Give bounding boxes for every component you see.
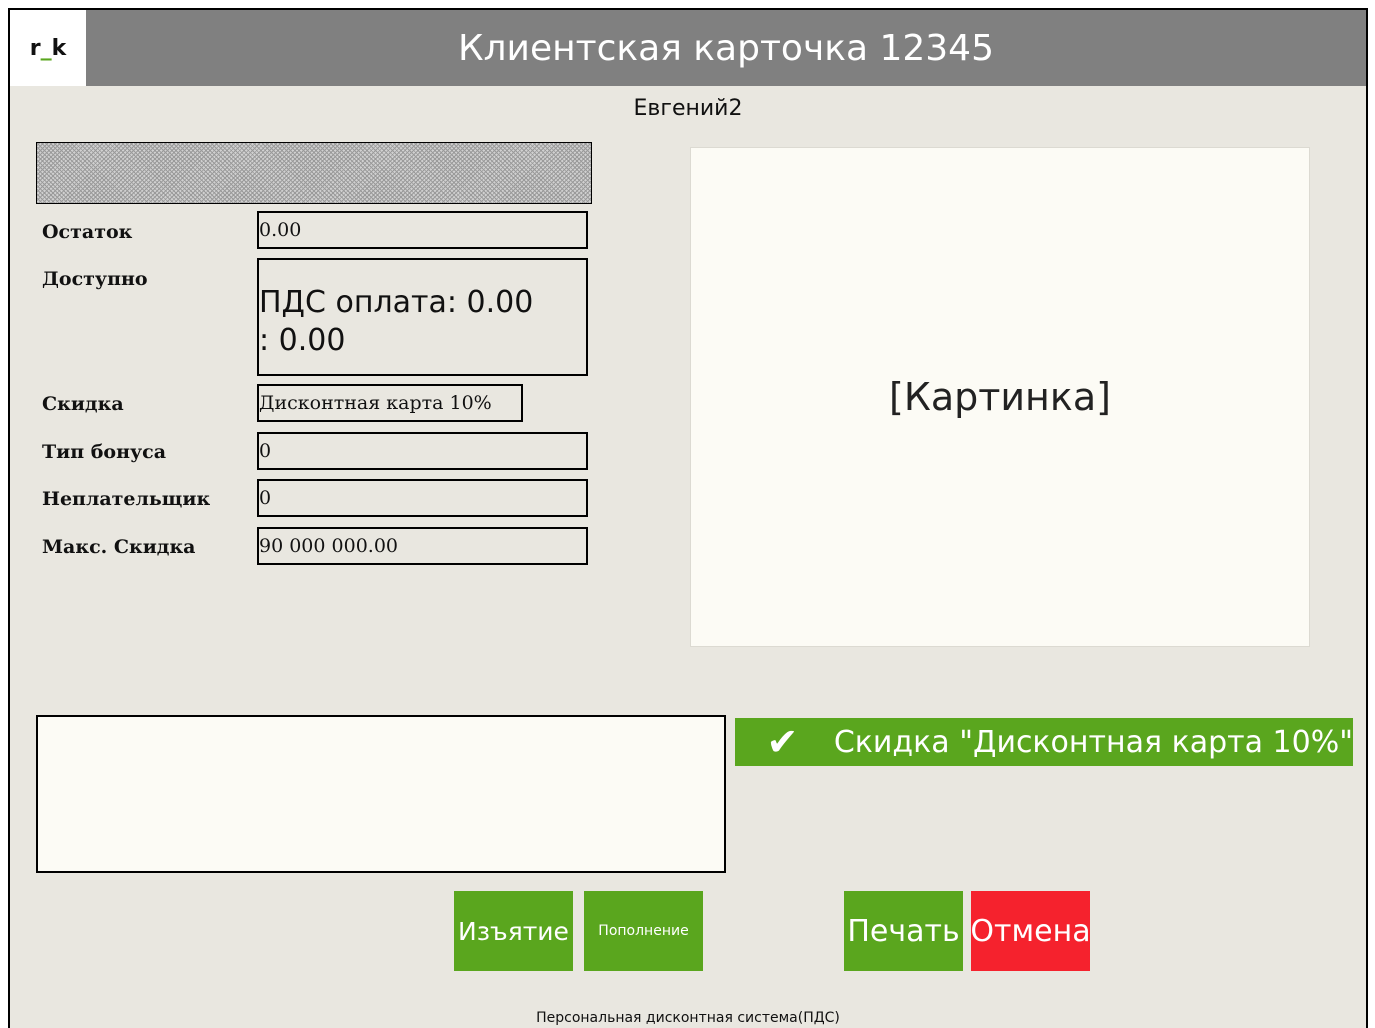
bonus-type-label: Тип бонуса xyxy=(42,441,167,463)
window-title: Клиентская карточка 12345 xyxy=(457,27,994,69)
max-discount-field[interactable]: 90 000 000.00 xyxy=(257,527,588,565)
bonus-type-field[interactable]: 0 xyxy=(257,432,588,470)
logo-suffix: k xyxy=(51,35,67,61)
discount-status-text: Скидка "Дисконтная карта 10%" xyxy=(833,724,1353,760)
max-discount-label: Макс. Скидка xyxy=(42,536,196,558)
cancel-button[interactable]: Отмена xyxy=(970,891,1091,971)
app-logo: r _ k xyxy=(10,10,86,86)
available-line-1: ПДС оплата: 0.00 xyxy=(259,285,534,320)
discount-status-bar: ✔ Скидка "Дисконтная карта 10%" xyxy=(735,718,1353,766)
check-icon: ✔ xyxy=(766,720,799,764)
balance-field[interactable]: 0.00 xyxy=(257,211,588,249)
discount-label: Скидка xyxy=(42,393,124,415)
print-button[interactable]: Печать xyxy=(844,891,963,971)
title-bar: r _ k Клиентская карточка 12345 xyxy=(10,10,1366,86)
topup-button[interactable]: Пополнение xyxy=(584,891,703,971)
available-label: Доступно xyxy=(42,268,148,290)
footer-caption: Персональная дисконтная система(ПДС) xyxy=(536,1010,840,1026)
card-image-strip xyxy=(36,142,592,204)
logo-prefix: r xyxy=(29,35,41,61)
memo-area[interactable] xyxy=(36,715,726,873)
withdraw-button[interactable]: Изъятие xyxy=(454,891,573,971)
discount-field[interactable]: Дисконтная карта 10% xyxy=(257,384,523,422)
non-payer-label: Неплательщик xyxy=(42,488,211,510)
client-picture: [Картинка] xyxy=(690,147,1310,647)
client-card-window: r _ k Клиентская карточка 12345 Евгений2 О… xyxy=(8,8,1368,1028)
available-field[interactable]: ПДС оплата: 0.00 : 0.00 xyxy=(257,258,588,376)
client-name: Евгений2 xyxy=(633,96,743,121)
non-payer-field[interactable]: 0 xyxy=(257,479,588,517)
available-line-2: : 0.00 xyxy=(259,323,346,358)
logo-underscore: _ xyxy=(40,35,52,61)
balance-label: Остаток xyxy=(42,221,133,243)
